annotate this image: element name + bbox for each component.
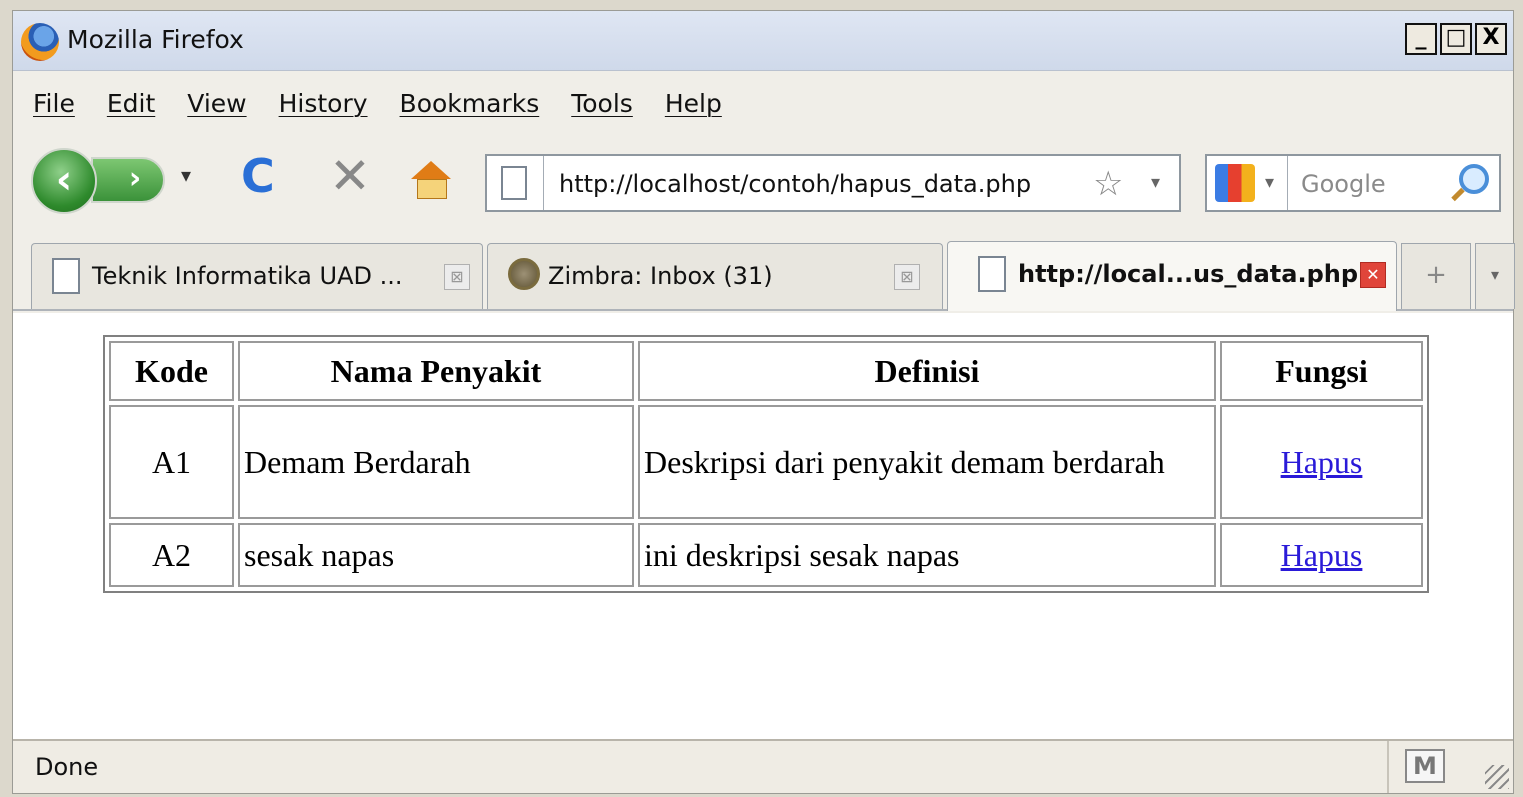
tab-hapus-data[interactable]: http://local...us_data.php ✕	[947, 241, 1397, 311]
url-input[interactable]: http://localhost/contoh/hapus_data.php	[559, 170, 1031, 198]
hapus-link[interactable]: Hapus	[1281, 444, 1363, 480]
firefox-logo-icon	[21, 23, 59, 61]
cell-fungsi: Hapus	[1220, 405, 1423, 519]
tab-strip: Teknik Informatika UAD ... ⊠ Zimbra: Inb…	[13, 241, 1515, 311]
cell-fungsi: Hapus	[1220, 523, 1423, 587]
minimize-button[interactable]: _	[1405, 23, 1437, 55]
tab-close-icon[interactable]: ⊠	[444, 264, 470, 290]
navigation-toolbar: › ‹ ▾ C ✕ http://localhost/contoh/hapus_…	[13, 139, 1513, 215]
zimbra-icon	[508, 258, 540, 290]
tab-close-icon[interactable]: ✕	[1360, 262, 1386, 288]
cell-kode: A2	[109, 523, 234, 587]
header-nama-penyakit: Nama Penyakit	[238, 341, 634, 401]
tab-label: Teknik Informatika UAD ...	[92, 262, 403, 290]
page-content: Kode Nama Penyakit Definisi Fungsi A1 De…	[13, 313, 1513, 741]
reload-icon[interactable]: C	[241, 149, 275, 203]
tab-label: http://local...us_data.php	[1018, 260, 1359, 288]
table-row: A1 Demam Berdarah Deskripsi dari penyaki…	[109, 405, 1423, 519]
tab-teknik-informatika[interactable]: Teknik Informatika UAD ... ⊠	[31, 243, 483, 309]
menu-history[interactable]: History	[279, 89, 368, 118]
search-engine-dropdown-icon[interactable]: ▾	[1265, 172, 1274, 193]
all-tabs-dropdown-icon[interactable]: ▾	[1475, 243, 1515, 309]
menu-bookmarks[interactable]: Bookmarks	[400, 89, 540, 118]
search-divider	[1287, 156, 1288, 210]
search-input[interactable]: Google	[1301, 170, 1386, 198]
stop-icon[interactable]: ✕	[329, 147, 371, 205]
title-bar: Mozilla Firefox _ □ X	[13, 11, 1513, 71]
menu-edit[interactable]: Edit	[107, 89, 155, 118]
new-tab-button[interactable]: +	[1401, 243, 1471, 309]
header-definisi: Definisi	[638, 341, 1216, 401]
menu-file[interactable]: File	[33, 89, 75, 118]
hapus-link[interactable]: Hapus	[1281, 537, 1363, 573]
page-icon	[52, 258, 80, 294]
table-header-row: Kode Nama Penyakit Definisi Fungsi	[109, 341, 1423, 401]
status-divider	[1387, 741, 1389, 793]
page-icon	[978, 256, 1006, 292]
browser-window: Mozilla Firefox _ □ X File Edit View His…	[12, 10, 1515, 794]
tab-close-icon[interactable]: ⊠	[894, 264, 920, 290]
page-icon	[501, 166, 527, 200]
header-kode: Kode	[109, 341, 234, 401]
tab-label: Zimbra: Inbox (31)	[548, 262, 773, 290]
cell-nama: Demam Berdarah	[238, 405, 634, 519]
bookmark-star-icon[interactable]: ☆	[1093, 164, 1123, 204]
url-divider	[543, 156, 544, 210]
status-bar: Done M	[13, 739, 1513, 793]
address-bar[interactable]: http://localhost/contoh/hapus_data.php ☆…	[485, 154, 1181, 212]
menu-help[interactable]: Help	[665, 89, 722, 118]
cell-kode: A1	[109, 405, 234, 519]
menu-tools[interactable]: Tools	[571, 89, 633, 118]
google-icon[interactable]	[1215, 164, 1255, 202]
window-controls: _ □ X	[1405, 23, 1507, 55]
search-icon[interactable]	[1459, 164, 1489, 194]
menu-view[interactable]: View	[187, 89, 246, 118]
url-dropdown-icon[interactable]: ▾	[1151, 172, 1160, 193]
header-fungsi: Fungsi	[1220, 341, 1423, 401]
gmail-notifier-icon[interactable]: M	[1405, 749, 1445, 783]
table-row: A2 sesak napas ini deskripsi sesak napas…	[109, 523, 1423, 587]
cell-definisi: ini deskripsi sesak napas	[638, 523, 1216, 587]
search-bar[interactable]: ▾ Google	[1205, 154, 1501, 212]
history-dropdown-icon[interactable]: ▾	[181, 163, 191, 187]
close-button[interactable]: X	[1475, 23, 1507, 55]
maximize-button[interactable]: □	[1440, 23, 1472, 55]
resize-grip-icon[interactable]	[1485, 765, 1509, 789]
cell-definisi: Deskripsi dari penyakit demam berdarah	[638, 405, 1216, 519]
menu-bar: File Edit View History Bookmarks Tools H…	[13, 81, 1513, 125]
window-title: Mozilla Firefox	[67, 25, 244, 54]
home-icon[interactable]	[411, 161, 451, 199]
cell-nama: sesak napas	[238, 523, 634, 587]
penyakit-table: Kode Nama Penyakit Definisi Fungsi A1 De…	[103, 335, 1429, 593]
forward-button[interactable]: ›	[91, 157, 165, 203]
back-button[interactable]: ‹	[31, 148, 97, 214]
tab-zimbra-inbox[interactable]: Zimbra: Inbox (31) ⊠	[487, 243, 943, 309]
status-text: Done	[35, 753, 99, 781]
